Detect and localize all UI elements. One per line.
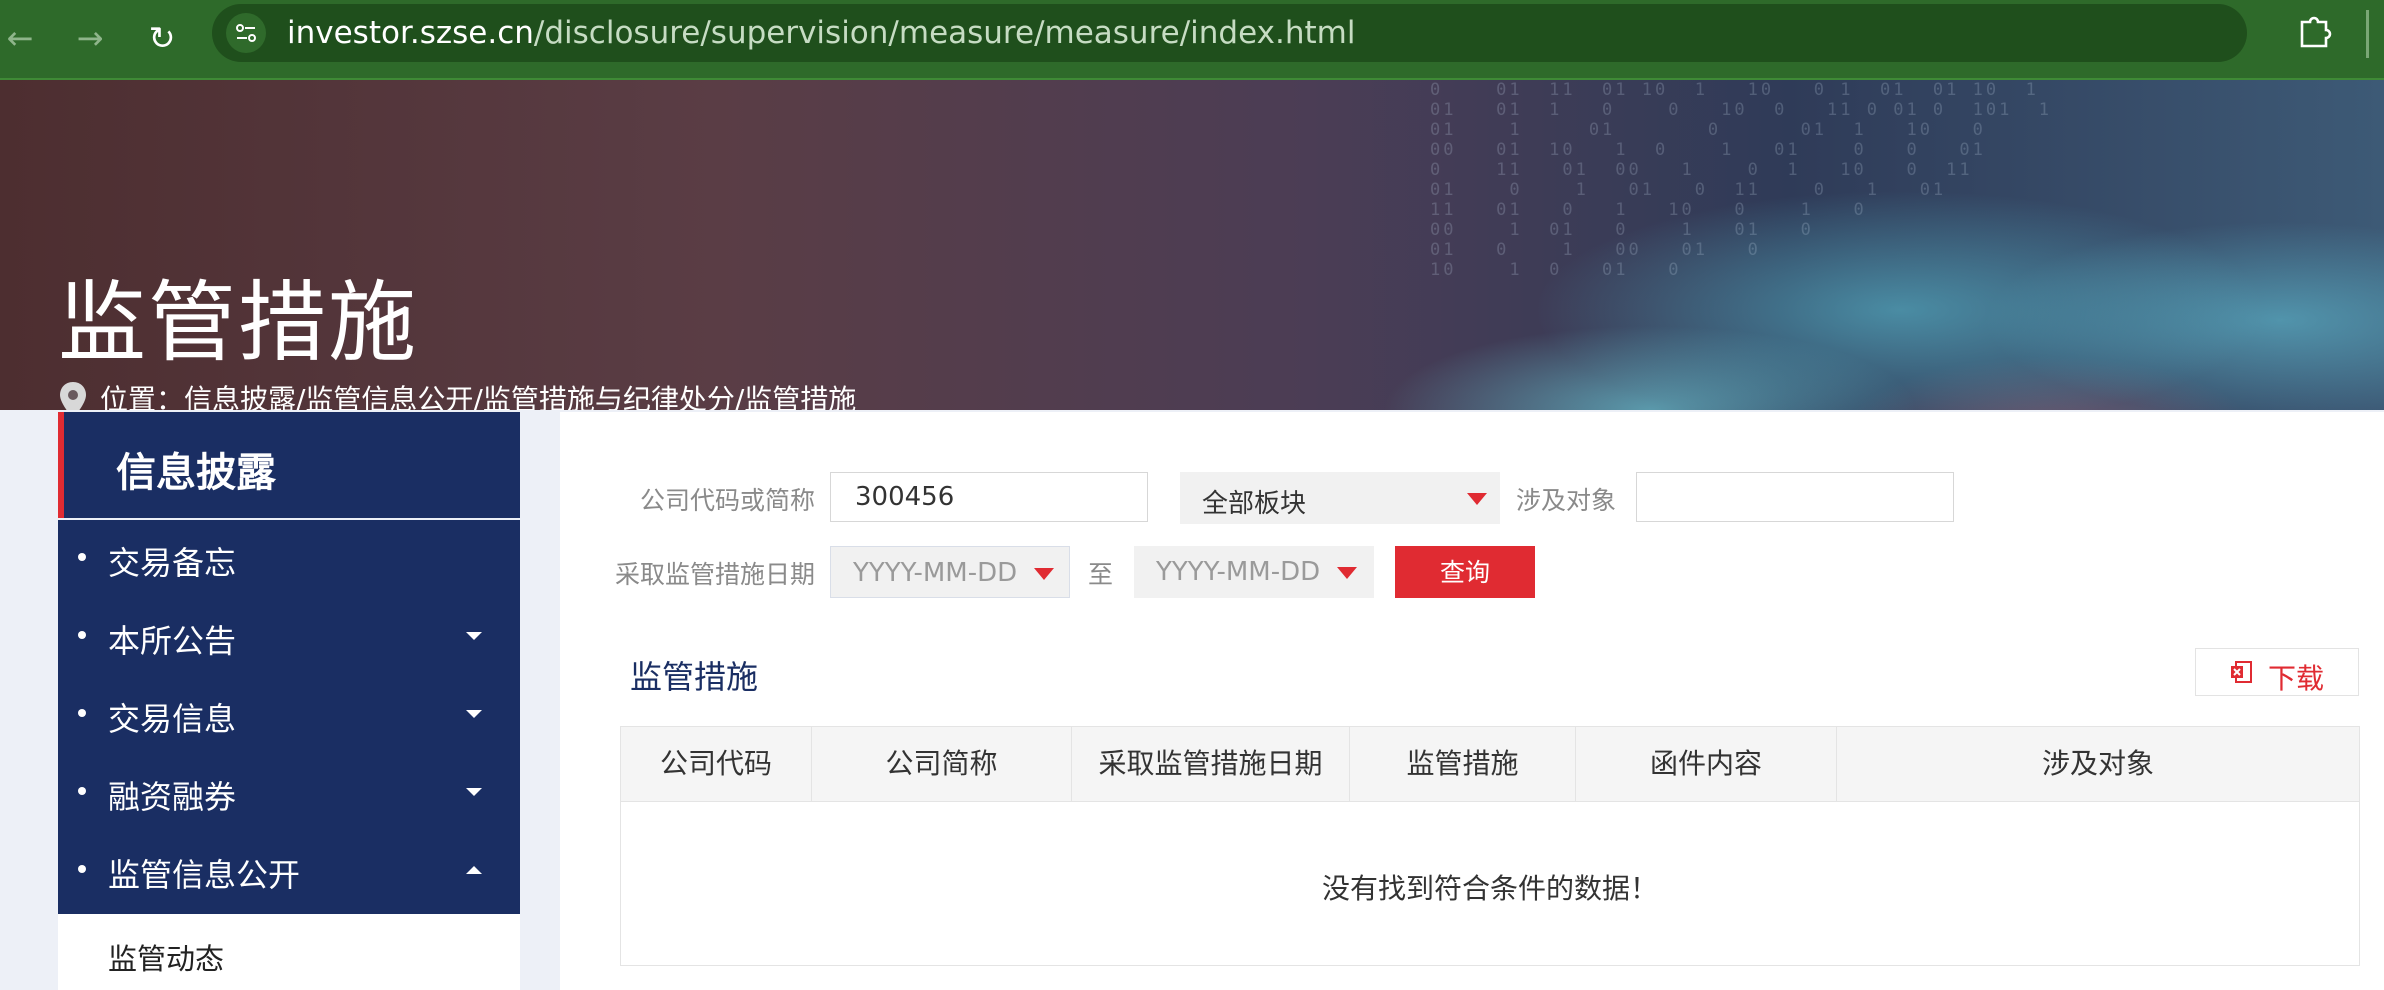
date-from-placeholder: YYYY-MM-DD [853, 558, 1018, 588]
sidebar-item-supervision-disclosure[interactable]: 监管信息公开 [58, 832, 520, 910]
sidebar-item-label: 本所公告 [108, 622, 237, 660]
sidebar-menu: 交易备忘 本所公告 交易信息 融资融券 监管信息公开 [58, 520, 520, 914]
measure-date-label: 采取监管措施日期 [615, 560, 816, 589]
download-label: 下载 [2268, 662, 2325, 695]
empty-results-message: 没有找到符合条件的数据！ [1321, 872, 1658, 905]
page-title: 监管措施 [58, 271, 419, 374]
sidebar-item-label: 监管信息公开 [108, 856, 301, 894]
query-button[interactable]: 查询 [1395, 546, 1535, 598]
company-code-input[interactable] [830, 472, 1148, 522]
decorative-binary-pattern: 0 01 11 01 10 1 10 0 1 01 01 10 1 01 01 … [1430, 80, 2053, 280]
location-pin-icon [60, 382, 86, 410]
dropdown-arrow-icon [1337, 567, 1357, 579]
bullet-icon [78, 631, 86, 639]
url-text[interactable]: investor.szse.cn/disclosure/supervision/… [287, 15, 1355, 51]
address-bar[interactable]: investor.szse.cn/disclosure/supervision/… [212, 4, 2247, 62]
excel-file-icon [2231, 661, 2252, 683]
column-header-target: 涉及对象 [2041, 747, 2154, 780]
forward-arrow-icon[interactable]: → [70, 18, 110, 58]
dropdown-arrow-icon [1467, 493, 1487, 505]
sidebar-item-label: 交易信息 [108, 700, 237, 738]
sidebar-item-trading-info[interactable]: 交易信息 [58, 676, 520, 754]
bullet-icon [78, 553, 86, 561]
column-header-company-name: 公司简称 [812, 727, 1072, 801]
bullet-icon [78, 787, 86, 795]
sidebar-item-label: 交易备忘 [108, 544, 237, 582]
sidebar-item-margin-trading[interactable]: 融资融券 [58, 754, 520, 832]
breadcrumb-text: 位置：信息披露/监管信息公开/监管措施与纪律处分/监管措施 [100, 383, 857, 410]
extensions-puzzle-icon[interactable] [2296, 12, 2332, 48]
sidebar-item-label: 融资融券 [108, 778, 237, 816]
bullet-icon [78, 865, 86, 873]
company-code-label: 公司代码或简称 [640, 486, 816, 515]
reload-icon[interactable]: ↻ [142, 18, 182, 58]
sidebar-heading: 信息披露 [58, 412, 520, 518]
results-table: 公司代码 公司简称 采取监管措施日期 监管措施 函件内容 涉及对象 没有找到符合… [620, 726, 2360, 966]
dropdown-arrow-icon [1034, 568, 1054, 580]
target-input[interactable] [1636, 472, 1954, 522]
sidebar-heading-label: 信息披露 [116, 450, 276, 496]
date-to-placeholder: YYYY-MM-DD [1156, 557, 1321, 587]
section-title: 监管措施 [630, 658, 759, 696]
download-button[interactable]: 下载 [2195, 648, 2359, 696]
board-select-value: 全部板块 [1202, 489, 1307, 519]
column-header-letter-content: 函件内容 [1576, 727, 1837, 801]
sidebar-subitem-supervision-news[interactable]: 监管动态 [108, 936, 224, 978]
sidebar-submenu: 监管动态 [58, 914, 520, 990]
site-info-icon[interactable] [226, 13, 266, 53]
chevron-down-icon[interactable] [466, 710, 482, 718]
board-select[interactable]: 全部板块 [1180, 472, 1500, 524]
main-panel: 公司代码或简称 全部板块 涉及对象 采取监管措施日期 YYYY-MM-DD 至 … [560, 412, 2384, 990]
chevron-up-icon[interactable] [466, 866, 482, 874]
date-to-picker[interactable]: YYYY-MM-DD [1134, 546, 1374, 598]
column-header-measure: 监管措施 [1350, 727, 1576, 801]
chevron-down-icon[interactable] [466, 632, 482, 640]
browser-toolbar: ← → ↻ investor.szse.cn/disclosure/superv… [0, 0, 2384, 80]
target-label: 涉及对象 [1516, 486, 1617, 515]
back-arrow-icon[interactable]: ← [0, 18, 40, 58]
date-separator: 至 [1088, 560, 1114, 589]
sidebar-item-trading-memo[interactable]: 交易备忘 [58, 520, 520, 598]
table-header: 公司代码 公司简称 采取监管措施日期 监管措施 函件内容 涉及对象 [621, 727, 2359, 802]
date-from-picker[interactable]: YYYY-MM-DD [830, 546, 1070, 598]
column-header-measure-date: 采取监管措施日期 [1072, 727, 1350, 801]
toolbar-edge [2366, 10, 2369, 58]
url-host: investor.szse.cn [287, 15, 534, 51]
bullet-icon [78, 709, 86, 717]
hero-banner: 0 01 11 01 10 1 10 0 1 01 01 10 1 01 01 … [0, 80, 2384, 410]
chevron-down-icon[interactable] [466, 788, 482, 796]
breadcrumb: 位置：信息披露/监管信息公开/监管措施与纪律处分/监管措施 [58, 380, 856, 410]
column-header-company-code: 公司代码 [621, 727, 812, 801]
sidebar: 信息披露 交易备忘 本所公告 交易信息 融资融券 监管信息公开 监管动态 [58, 412, 520, 990]
sidebar-item-exchange-announcements[interactable]: 本所公告 [58, 598, 520, 676]
url-path: /disclosure/supervision/measure/measure/… [533, 15, 1356, 51]
